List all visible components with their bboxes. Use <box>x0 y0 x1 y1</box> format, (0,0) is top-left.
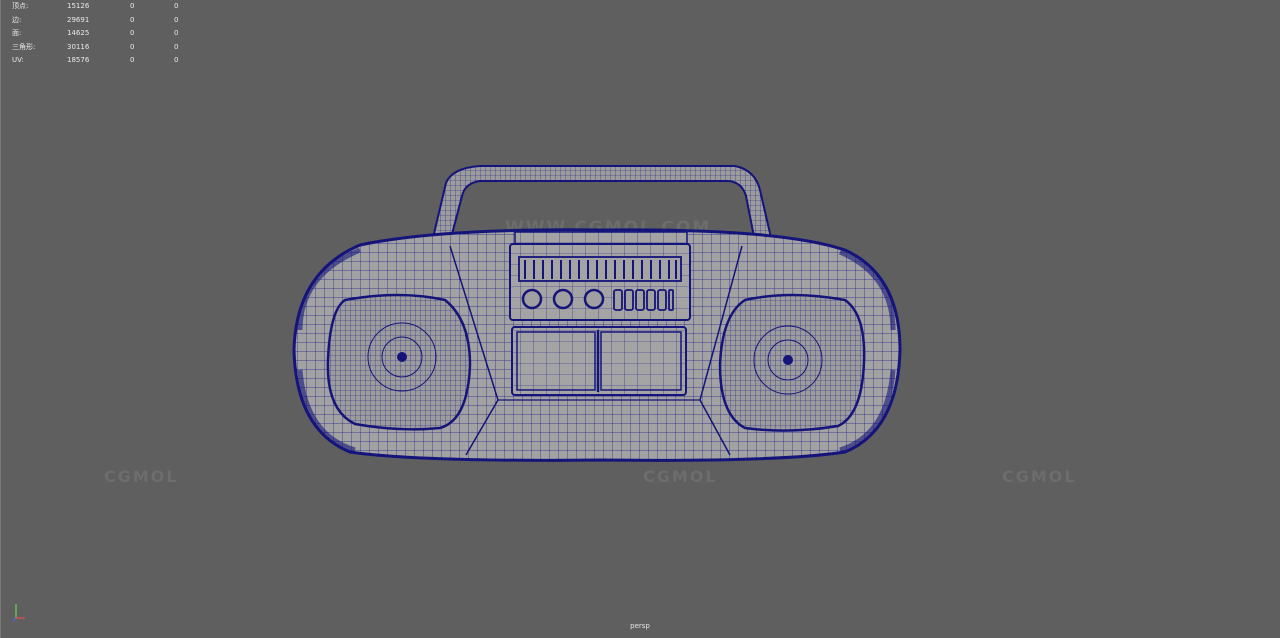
cassette-deck <box>511 326 687 396</box>
boombox-wireframe-model[interactable] <box>0 0 1280 638</box>
right-speaker <box>718 293 866 432</box>
viewport-persp[interactable]: 顶点: 15126 0 0 边: 29691 0 0 面: 14625 0 0 … <box>0 0 1280 638</box>
axis-gizmo-icon <box>12 604 25 622</box>
control-panel <box>509 231 691 321</box>
camera-label: persp <box>630 622 650 630</box>
left-speaker <box>326 293 472 431</box>
